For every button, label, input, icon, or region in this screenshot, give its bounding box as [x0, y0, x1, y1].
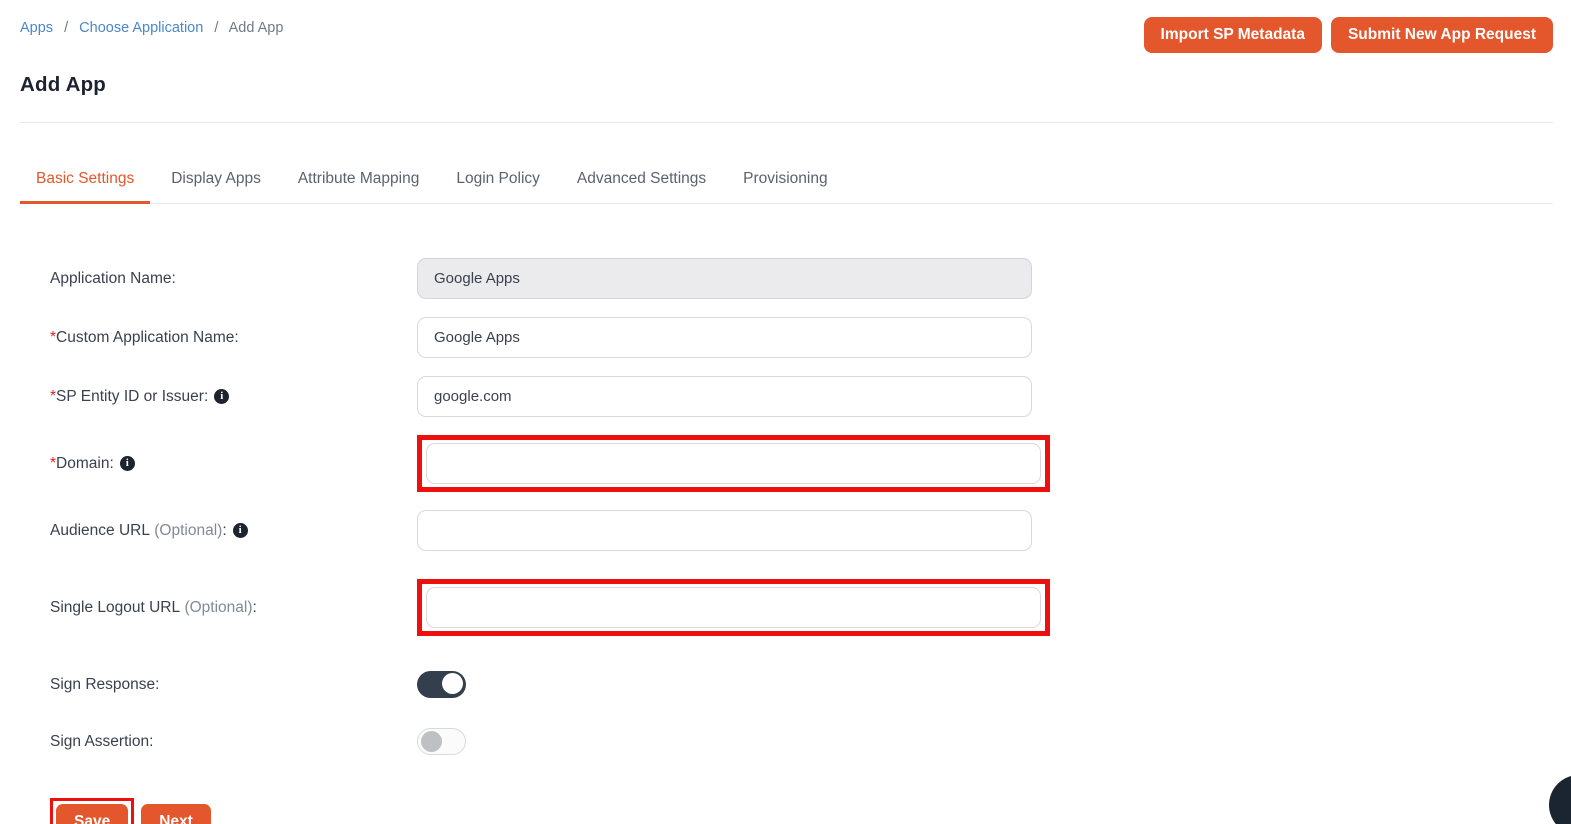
title-divider [20, 122, 1553, 123]
submit-new-app-request-button[interactable]: Submit New App Request [1331, 17, 1553, 53]
breadcrumb-separator: / [214, 20, 218, 36]
field-row-domain: *Domain : i [50, 435, 1553, 492]
single-logout-url-label: Single Logout URL (Optional) : [50, 599, 417, 617]
label-text: Audience URL [50, 522, 150, 540]
label-colon: : [222, 522, 226, 540]
tab-bar: Basic Settings Display Apps Attribute Ma… [20, 160, 1553, 204]
page-title: Add App [20, 73, 1553, 97]
label-colon: : [171, 270, 175, 288]
next-button[interactable]: Next [141, 804, 211, 824]
field-row-sign-assertion: Sign Assertion : [50, 721, 1553, 762]
audience-url-label: Audience URL (Optional) : i [50, 522, 417, 540]
sign-assertion-label: Sign Assertion : [50, 733, 417, 751]
label-text: Application Name [50, 270, 171, 288]
breadcrumb-separator: / [64, 20, 68, 36]
field-row-single-logout-url: Single Logout URL (Optional) : [50, 579, 1553, 636]
field-row-sp-entity-id: *SP Entity ID or Issuer : i [50, 376, 1553, 417]
audience-url-input[interactable] [417, 510, 1032, 551]
field-row-sign-response: Sign Response : [50, 664, 1553, 705]
sign-assertion-toggle[interactable] [417, 728, 466, 755]
label-text: SP Entity ID or Issuer [56, 388, 204, 406]
add-app-page: Apps / Choose Application / Add App Impo… [0, 0, 1571, 824]
domain-highlight-annotation [417, 435, 1050, 492]
domain-label: *Domain : i [50, 455, 417, 473]
field-row-custom-application-name: *Custom Application Name : [50, 317, 1553, 358]
tab-provisioning[interactable]: Provisioning [727, 160, 843, 204]
sp-entity-id-label: *SP Entity ID or Issuer : i [50, 388, 417, 406]
tab-login-policy[interactable]: Login Policy [440, 160, 556, 204]
info-icon[interactable]: i [214, 389, 229, 404]
info-glyph: i [126, 458, 129, 469]
info-glyph: i [220, 391, 223, 402]
label-text: Sign Response [50, 676, 155, 694]
chat-widget-button[interactable] [1549, 775, 1571, 824]
toggle-knob [442, 673, 463, 694]
tab-attribute-mapping[interactable]: Attribute Mapping [282, 160, 436, 204]
breadcrumb-add-app: Add App [229, 20, 284, 36]
form-actions: Save Next [50, 798, 1553, 824]
breadcrumb-apps[interactable]: Apps [20, 20, 53, 36]
info-glyph: i [239, 525, 242, 536]
import-sp-metadata-button[interactable]: Import SP Metadata [1144, 17, 1322, 53]
label-text: Domain [56, 455, 109, 473]
sign-response-toggle[interactable] [417, 671, 466, 698]
info-icon[interactable]: i [120, 456, 135, 471]
label-colon: : [204, 388, 208, 406]
breadcrumb-choose-application[interactable]: Choose Application [79, 20, 203, 36]
sp-entity-id-input[interactable] [417, 376, 1032, 417]
application-name-input [417, 258, 1032, 299]
tab-basic-settings[interactable]: Basic Settings [20, 160, 150, 204]
topbar: Apps / Choose Application / Add App Impo… [20, 0, 1553, 53]
label-colon: : [149, 733, 153, 751]
save-button[interactable]: Save [56, 804, 128, 824]
info-icon[interactable]: i [233, 523, 248, 538]
domain-input[interactable] [426, 443, 1041, 484]
optional-text: (Optional) [150, 522, 222, 540]
label-text: Sign Assertion [50, 733, 149, 751]
tab-advanced-settings[interactable]: Advanced Settings [561, 160, 722, 204]
label-colon: : [253, 599, 257, 617]
tab-display-apps[interactable]: Display Apps [155, 160, 277, 204]
custom-application-name-input[interactable] [417, 317, 1032, 358]
label-colon: : [155, 676, 159, 694]
application-name-label: Application Name : [50, 270, 417, 288]
sign-response-label: Sign Response : [50, 676, 417, 694]
toggle-knob [421, 731, 442, 752]
top-actions: Import SP Metadata Submit New App Reques… [1144, 17, 1553, 53]
label-text: Single Logout URL [50, 599, 180, 617]
optional-text: (Optional) [180, 599, 252, 617]
label-colon: : [234, 329, 238, 347]
field-row-audience-url: Audience URL (Optional) : i [50, 510, 1553, 551]
breadcrumb: Apps / Choose Application / Add App [20, 17, 283, 36]
custom-application-name-label: *Custom Application Name : [50, 329, 417, 347]
label-colon: : [109, 455, 113, 473]
save-highlight-annotation: Save [50, 798, 134, 824]
field-row-application-name: Application Name : [50, 258, 1553, 299]
single-logout-url-input[interactable] [426, 587, 1041, 628]
label-text: Custom Application Name [56, 329, 234, 347]
single-logout-url-highlight-annotation [417, 579, 1050, 636]
basic-settings-form: Application Name : *Custom Application N… [20, 258, 1553, 762]
